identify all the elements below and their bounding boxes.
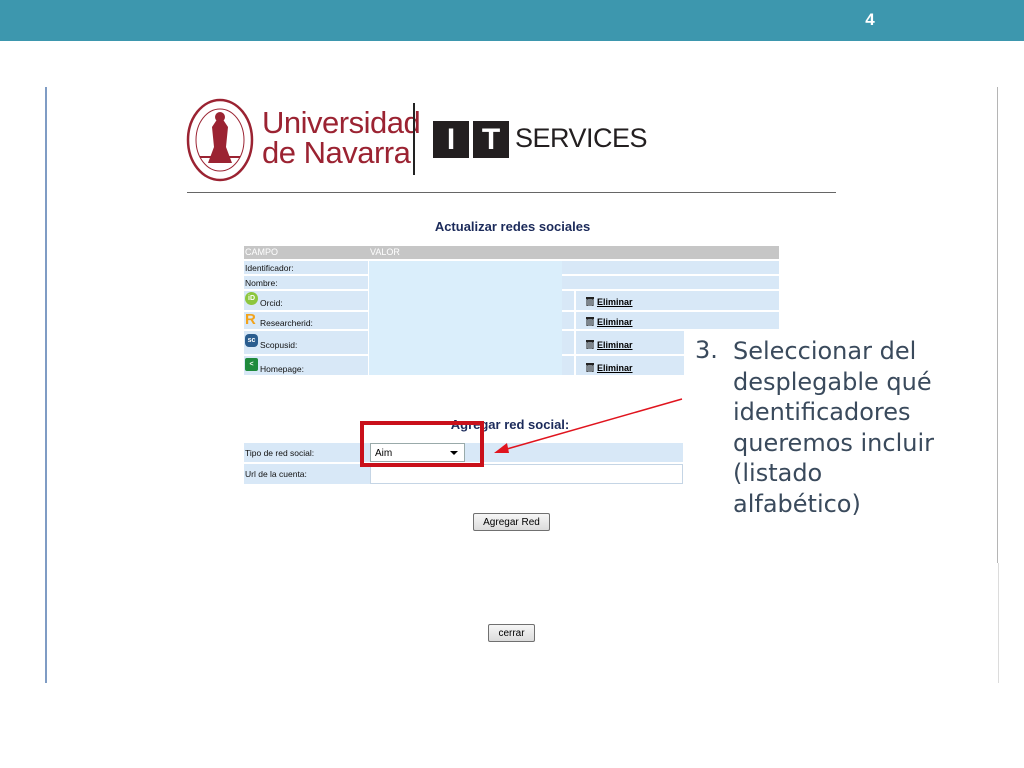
share-icon: < bbox=[245, 358, 258, 371]
agregar-red-button[interactable]: Agregar Red bbox=[473, 513, 550, 531]
screenshot-frame-right-lower bbox=[998, 563, 999, 683]
slide-number: 4 bbox=[865, 10, 875, 29]
eliminar-researcherid-link[interactable]: Eliminar bbox=[597, 317, 633, 327]
trash-icon bbox=[586, 363, 594, 372]
value-column-block bbox=[369, 261, 562, 375]
form-title: Actualizar redes sociales bbox=[434, 219, 591, 234]
url-cuenta-input[interactable] bbox=[370, 464, 683, 484]
it-services-label: SERVICES bbox=[515, 123, 648, 153]
trash-icon bbox=[586, 340, 594, 349]
callout-number: 3. bbox=[695, 336, 718, 364]
callout-text: Seleccionar del desplegable qué identifi… bbox=[733, 337, 934, 518]
researcherid-icon: R bbox=[245, 311, 256, 328]
it-logo-t: T bbox=[473, 121, 509, 158]
header-divider bbox=[187, 192, 836, 193]
cerrar-button[interactable]: cerrar bbox=[488, 624, 535, 642]
eliminar-homepage-link[interactable]: Eliminar bbox=[597, 363, 633, 373]
highlight-annotation-box bbox=[360, 421, 484, 467]
university-seal-logo bbox=[186, 98, 254, 182]
trash-icon bbox=[586, 297, 594, 306]
eliminar-orcid-link[interactable]: Eliminar bbox=[597, 297, 633, 307]
scopus-icon: sc bbox=[245, 334, 258, 347]
screenshot-frame-left bbox=[45, 87, 47, 683]
table-header: CAMPO VALOR bbox=[244, 246, 779, 259]
logo-divider bbox=[413, 103, 415, 175]
column-campo: CAMPO bbox=[245, 247, 279, 257]
it-logo-i: I bbox=[433, 121, 469, 158]
university-name: Universidad de Navarra bbox=[262, 105, 421, 170]
screenshot-frame-right bbox=[997, 87, 998, 563]
eliminar-scopusid-link[interactable]: Eliminar bbox=[597, 340, 633, 350]
trash-icon bbox=[586, 317, 594, 326]
orcid-icon: iD bbox=[245, 292, 258, 305]
column-valor: VALOR bbox=[370, 247, 400, 257]
